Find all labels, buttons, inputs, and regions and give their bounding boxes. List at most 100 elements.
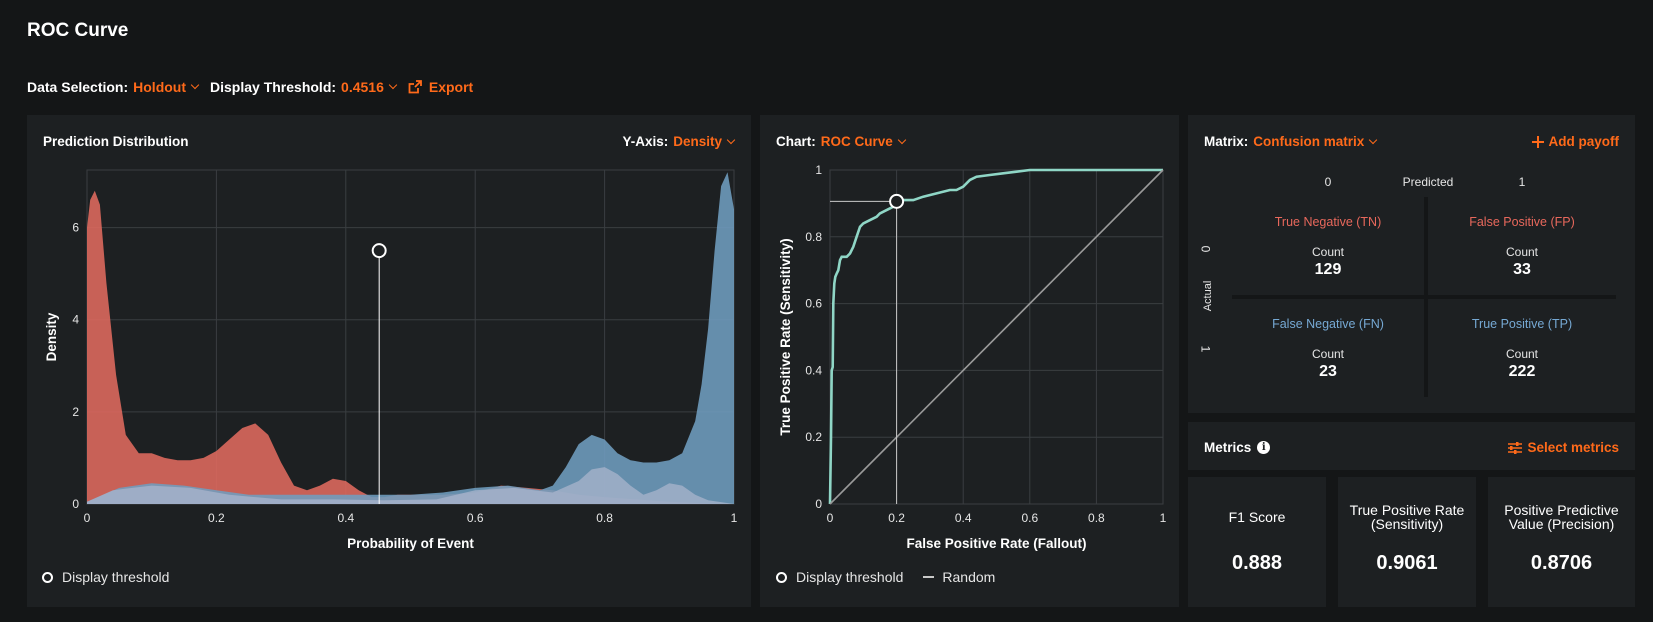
x-tick-label: 0.6 [467,511,484,525]
display-threshold-dropdown[interactable]: Display Threshold: 0.4516 [210,79,398,95]
chart-type-value: ROC Curve [820,134,893,149]
predicted-col-1-label: 1 [1518,175,1526,189]
add-payoff-button[interactable]: Add payoff [1531,134,1620,149]
data-selection-value: Holdout [133,79,187,95]
true-negative-count-label: Count [1311,245,1345,259]
add-payoff-label: Add payoff [1548,134,1620,149]
display-threshold-label: Display Threshold: [210,79,337,95]
export-icon [408,80,422,94]
false-negative-count: 23 [1319,363,1337,380]
random-legend-icon [923,576,935,578]
plus-icon [1531,135,1544,148]
true-negative-cell: True Negative (TN) Count 129 [1232,215,1424,279]
metric-name: Positive Predictive Value (Precision) [1504,502,1619,532]
x-tick-label: 0.8 [596,511,613,525]
y-tick-label: 0.2 [805,430,822,444]
true-positive-cell: True Positive (TP) Count 222 [1428,317,1616,381]
predicted-col-0-label: 0 [1324,175,1332,189]
roc-curve-chart: 0 0.2 0.4 0.6 0.8 1 0 0.2 0.4 0.6 0.8 1 False Positi… [778,163,1167,551]
matrix-type-value: Confusion matrix [1253,134,1365,149]
display-threshold-value: 0.4516 [341,79,384,95]
metrics-title: Metrics [1204,440,1252,455]
data-selection-dropdown[interactable]: Data Selection: Holdout [27,79,200,95]
actual-axis-label: Actual [1202,280,1214,312]
x-axis-label: Probability of Event [347,536,474,551]
chart-type-label: Chart: [776,134,816,149]
y-tick-label: 0 [815,497,822,511]
false-negative-title: False Negative (FN) [1272,317,1384,331]
y-axis-dropdown[interactable]: Y-Axis: Density [622,134,736,149]
prediction-distribution-title: Prediction Distribution [43,134,189,149]
display-threshold-legend-label: Display threshold [796,569,904,585]
y-tick-label: 0.8 [805,230,822,244]
sliders-icon [1508,441,1523,454]
roc-legend: Display threshold Random [776,569,995,585]
false-negative-cell: False Negative (FN) Count 23 [1232,317,1424,381]
chevron-down-icon [190,80,200,90]
select-metrics-button[interactable]: Select metrics [1508,440,1619,455]
metric-name: F1 Score [1228,509,1286,525]
density-area-series-0 [87,190,734,504]
metric-value: 0.9061 [1376,552,1438,574]
page-title: ROC Curve [27,20,129,41]
prediction-distribution-panel: Prediction Distribution Y-Axis: Density … [27,115,751,607]
metric-name: True Positive Rate (Sensitivity) [1349,502,1465,532]
x-tick-label: 0.2 [208,511,225,525]
prediction-distribution-chart: 0 0.2 0.4 0.6 0.8 1 0 2 4 6 Probability of Event De… [44,169,738,551]
export-label: Export [428,79,474,95]
matrix-type-label: Matrix: [1204,134,1249,149]
select-metrics-label: Select metrics [1527,440,1619,455]
y-tick-label: 2 [72,405,79,419]
metrics-panel: Metrics i Select metrics [1188,422,1635,470]
x-tick-label: 0.8 [1088,511,1105,525]
true-positive-count-label: Count [1505,347,1539,361]
distribution-legend: Display threshold [42,569,169,585]
false-positive-title: False Positive (FP) [1469,215,1575,229]
x-tick-label: 0 [84,511,91,525]
display-threshold-legend-icon [776,571,787,583]
threshold-marker [371,243,387,259]
x-axis-label: False Positive Rate (Fallout) [906,536,1086,551]
true-positive-count: 222 [1508,363,1536,380]
chevron-down-icon [1369,135,1378,144]
info-icon[interactable]: i [1257,441,1271,454]
x-tick-label: 0.4 [955,511,972,525]
y-tick-label: 6 [72,221,79,235]
chart-type-dropdown[interactable]: Chart: ROC Curve [776,134,907,149]
random-diagonal-line [829,169,1164,505]
random-legend-label: Random [942,569,996,585]
display-threshold-legend-icon [42,571,53,583]
confusion-matrix-panel: Matrix: Confusion matrix Add payoff 0 Pr… [1188,115,1635,413]
plot-frame [86,169,735,505]
x-tick-label: 0.6 [1021,511,1038,525]
y-tick-label: 0.6 [805,297,822,311]
data-selection-label: Data Selection: [27,79,129,95]
matrix-type-dropdown[interactable]: Matrix: Confusion matrix [1204,134,1378,149]
metric-value: 0.8706 [1530,552,1593,574]
metric-card-ppv: Positive Predictive Value (Precision) 0.… [1488,477,1635,607]
chevron-down-icon [897,135,907,144]
y-tick-label: 0.4 [805,363,822,377]
false-positive-count: 33 [1513,261,1531,278]
roc-curve-panel: Chart: ROC Curve 0 0.2 0.4 0.6 0.8 1 0 0.2 0.4 0.… [760,115,1179,607]
y-axis-label: True Positive Rate (Sensitivity) [778,238,793,435]
false-negative-count-label: Count [1311,347,1345,361]
matrix-horizontal-divider [1232,295,1616,299]
x-tick-label: 0 [827,511,834,525]
x-tick-label: 1 [1160,511,1167,525]
y-tick-label: 4 [72,313,79,327]
y-tick-label: 1 [815,163,822,177]
predicted-axis-label: Predicted [1402,175,1454,189]
x-tick-label: 0.2 [888,511,905,525]
display-threshold-legend-label: Display threshold [62,569,170,585]
chevron-down-icon [726,135,736,144]
x-tick-label: 0.4 [337,511,354,525]
false-positive-count-label: Count [1505,245,1539,259]
export-button[interactable]: Export [408,79,473,95]
actual-row-0-label: 0 [1198,245,1213,253]
actual-row-1-label: 1 [1198,345,1213,353]
metric-card-f1: F1 Score 0.888 [1188,477,1326,607]
false-positive-cell: False Positive (FP) Count 33 [1428,215,1616,279]
metric-card-tpr: True Positive Rate (Sensitivity) 0.9061 [1338,477,1476,607]
true-negative-title: True Negative (TN) [1274,215,1382,229]
